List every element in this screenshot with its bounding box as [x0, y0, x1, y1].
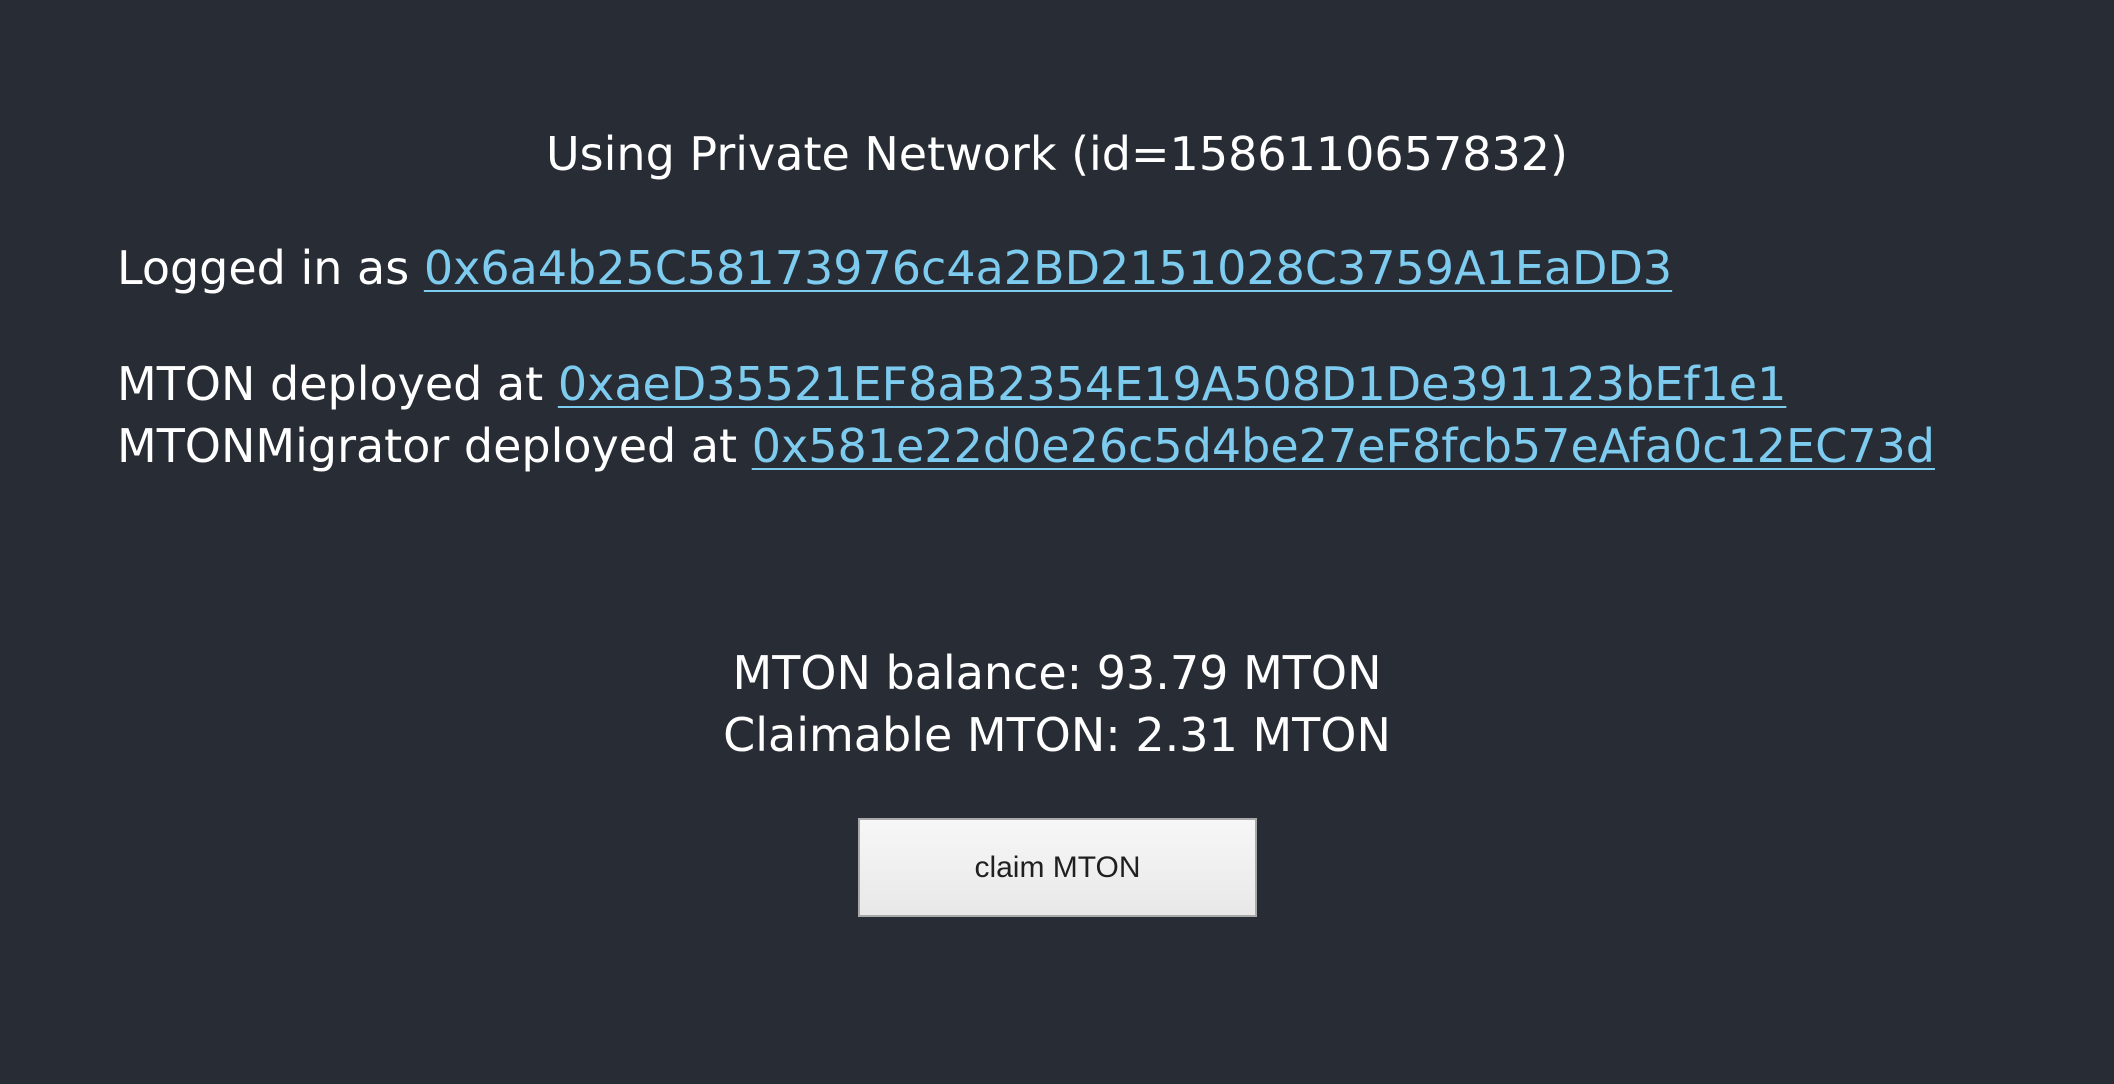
- network-status: Using Private Network (id=1586110657832): [546, 127, 1568, 181]
- login-line: Logged in as 0x6a4b25C58173976c4a2BD2151…: [117, 238, 1672, 298]
- balances-section: MTON balance: 93.79 MTON Claimable MTON:…: [0, 642, 2114, 766]
- migrator-deploy-label: MTONMigrator deployed at: [117, 419, 738, 473]
- claimable-mton: Claimable MTON: 2.31 MTON: [723, 708, 1391, 762]
- claim-mton-button[interactable]: claim MTON: [858, 818, 1257, 917]
- mton-balance: MTON balance: 93.79 MTON: [732, 646, 1382, 700]
- mton-deploy-line: MTON deployed at 0xaeD35521EF8aB2354E19A…: [117, 354, 1786, 414]
- login-label: Logged in as: [117, 241, 410, 295]
- mton-deploy-label: MTON deployed at: [117, 357, 544, 411]
- mton-contract-link[interactable]: 0xaeD35521EF8aB2354E19A508D1De391123bEf1…: [558, 357, 1787, 411]
- account-address-link[interactable]: 0x6a4b25C58173976c4a2BD2151028C3759A1EaD…: [424, 241, 1672, 295]
- migrator-contract-link[interactable]: 0x581e22d0e26c5d4be27eF8fcb57eAfa0c12EC7…: [752, 419, 1935, 473]
- migrator-deploy-line: MTONMigrator deployed at 0x581e22d0e26c5…: [117, 416, 1935, 476]
